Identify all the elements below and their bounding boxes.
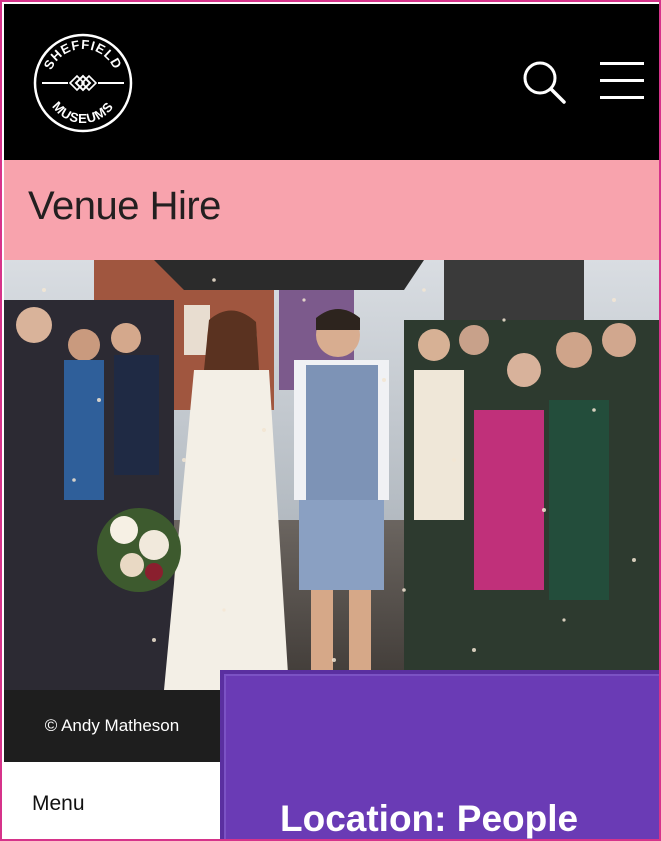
svg-text:SHEFFIELD: SHEFFIELD	[41, 37, 126, 72]
page-title: Venue Hire	[28, 184, 221, 228]
logo-icon: SHEFFIELD MUSEUMS	[33, 33, 133, 133]
hero-image	[4, 260, 659, 690]
location-panel: Location: People	[220, 670, 659, 839]
page-frame: SHEFFIELD MUSEUMS Venue Hire © Andy Math…	[0, 0, 661, 841]
logo-text-top: SHEFFIELD	[41, 37, 125, 72]
side-menu: Menu	[4, 762, 220, 839]
search-button[interactable]	[520, 56, 568, 108]
logo-text-bottom: MUSEUMS	[49, 98, 115, 126]
location-heading: Location: People	[280, 798, 579, 839]
photo-credit: © Andy Matheson	[4, 690, 220, 762]
hamburger-menu-icon	[600, 62, 644, 65]
wedding-photo	[4, 260, 659, 690]
search-icon	[523, 61, 566, 104]
title-band: Venue Hire	[4, 160, 659, 260]
sheffield-museums-logo[interactable]: SHEFFIELD MUSEUMS	[32, 32, 134, 134]
site-header: SHEFFIELD MUSEUMS	[4, 4, 659, 160]
menu-button[interactable]	[596, 58, 648, 104]
svg-text:MUSEUMS: MUSEUMS	[49, 98, 116, 126]
menu-toggle[interactable]: Menu	[32, 792, 85, 816]
